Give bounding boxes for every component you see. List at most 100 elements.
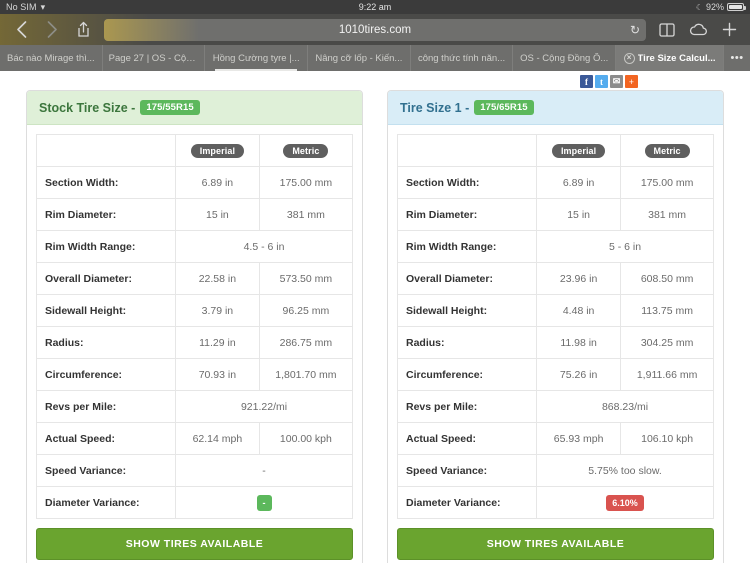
spec-table-header-row: Imperial Metric: [396, 134, 714, 167]
reload-icon[interactable]: ↻: [630, 19, 640, 41]
spec-value-metric: 113.75 mm: [620, 294, 714, 327]
share-button[interactable]: [70, 17, 96, 43]
spec-label: Rim Diameter:: [35, 198, 177, 231]
spec-value-metric: 100.00 kph: [258, 422, 354, 455]
spec-value-metric: 96.25 mm: [258, 294, 354, 327]
url-text: 1010tires.com: [338, 23, 412, 36]
spec-label: Sidewall Height:: [35, 294, 177, 327]
spec-label: Circumference:: [35, 358, 177, 391]
table-row: Rim Width Range: 4.5 - 6 in: [35, 230, 353, 263]
spec-label: Section Width:: [396, 166, 538, 199]
spec-label: Revs per Mile:: [35, 390, 177, 423]
browser-tab-4[interactable]: Nâng cỡ lốp - Kiến...: [308, 45, 411, 71]
table-row: Speed Variance: -: [35, 454, 353, 487]
spec-value-imperial: 11.98 in: [536, 326, 622, 359]
icloud-tabs-button[interactable]: [685, 17, 711, 43]
email-share-icon[interactable]: ✉: [610, 75, 623, 88]
spec-value-metric: 573.50 mm: [258, 262, 354, 295]
browser-tab-6[interactable]: OS - Cộng Đồng Ô...: [513, 45, 617, 71]
tab-label: Bác nào Mirage thì...: [7, 52, 95, 64]
metric-unit-pill: Metric: [283, 143, 329, 158]
social-share-row: f t ✉ +: [0, 71, 750, 90]
spec-label: Rim Diameter:: [396, 198, 538, 231]
table-row: Revs per Mile: 921.22/mi: [35, 390, 353, 423]
tab-label: Nâng cỡ lốp - Kiến...: [315, 52, 403, 64]
table-row: Actual Speed: 65.93 mph 106.10 kph: [396, 422, 714, 455]
panel-title: Tire Size 1 -: [400, 100, 470, 115]
table-row: Diameter Variance: -: [35, 486, 353, 519]
more-share-icon[interactable]: +: [625, 75, 638, 88]
table-row: Rim Diameter: 15 in 381 mm: [35, 198, 354, 231]
spec-value-imperial: 11.29 in: [175, 326, 260, 359]
spec-header-metric: Metric: [620, 134, 714, 167]
tire-panel-stock: Stock Tire Size - 175/55R15 Imperial Metric…: [26, 90, 363, 563]
spec-value-metric: 175.00 mm: [258, 166, 354, 199]
back-button[interactable]: [8, 17, 34, 43]
spec-value-metric: 286.75 mm: [258, 326, 354, 359]
spec-label: Overall Diameter:: [396, 262, 538, 295]
spec-value-combined: 6.10%: [536, 486, 714, 519]
table-row: Section Width: 6.89 in 175.00 mm: [396, 166, 714, 199]
variance-badge: -: [256, 494, 272, 511]
spec-value-imperial: 6.89 in: [536, 166, 622, 199]
spec-value-combined: 921.22/mi: [175, 390, 353, 423]
tab-label: OS - Cộng Đồng Ô...: [520, 52, 609, 64]
tab-close-icon[interactable]: ×: [623, 52, 635, 64]
address-bar[interactable]: 1010tires.com ↻: [104, 18, 646, 41]
browser-tab-bar: Bác nào Mirage thì... Page 27 | OS - Cộn.…: [0, 45, 750, 71]
table-row: Radius: 11.98 in 304.25 mm: [396, 326, 714, 359]
spec-value-combined: 868.23/mi: [536, 390, 714, 423]
twitter-share-icon[interactable]: t: [595, 75, 608, 88]
show-tires-available-button[interactable]: SHOW TIRES AVAILABLE: [397, 528, 714, 560]
facebook-share-icon[interactable]: f: [580, 75, 593, 88]
table-row: Circumference: 70.93 in 1,801.70 mm: [35, 358, 354, 391]
panel-body-stock: Imperial Metric Section Width: 6.89 in 175.0…: [27, 125, 362, 563]
panel-header-stock: Stock Tire Size - 175/55R15: [27, 91, 362, 125]
browser-tab-7[interactable]: × Tire Size Calcul...: [616, 45, 725, 71]
spec-value-imperial: 70.93 in: [175, 358, 260, 391]
show-tires-available-button[interactable]: SHOW TIRES AVAILABLE: [36, 528, 353, 560]
spec-value-imperial: 3.79 in: [175, 294, 260, 327]
spec-value-metric: 1,911.66 mm: [620, 358, 714, 391]
spec-label: Actual Speed:: [35, 422, 177, 455]
spec-value-imperial: 22.58 in: [175, 262, 260, 295]
spec-table-stock: Imperial Metric Section Width: 6.89 in 175.0…: [35, 134, 354, 519]
spec-value-metric: 381 mm: [258, 198, 354, 231]
imperial-unit-pill: Imperial: [190, 143, 245, 158]
panel-body-size1: Imperial Metric Section Width: 6.89 in 175.0…: [388, 125, 723, 563]
table-row: Revs per Mile: 868.23/mi: [396, 390, 714, 423]
table-row: Section Width: 6.89 in 175.00 mm: [35, 166, 354, 199]
table-row: Actual Speed: 62.14 mph 100.00 kph: [35, 422, 354, 455]
spec-value-imperial: 62.14 mph: [175, 422, 260, 455]
spec-label: Speed Variance:: [35, 454, 177, 487]
tire-column-size1: Tire Size 1 - 175/65R15 Imperial Metric Sect…: [387, 90, 724, 563]
table-row: Rim Width Range: 5 - 6 in: [396, 230, 714, 263]
new-tab-button[interactable]: [716, 17, 742, 43]
table-row: Sidewall Height: 4.48 in 113.75 mm: [396, 294, 714, 327]
spec-value-imperial: 75.26 in: [536, 358, 622, 391]
browser-tab-5[interactable]: công thức tính năn...: [411, 45, 514, 71]
tab-view-button[interactable]: [654, 17, 680, 43]
ios-status-bar: No SIM ▾ 9:22 am ☾ 92%: [0, 0, 750, 14]
tire-column-stock: Stock Tire Size - 175/55R15 Imperial Metric…: [26, 90, 363, 563]
tab-overflow-button[interactable]: •••: [724, 45, 750, 71]
browser-tab-1[interactable]: Bác nào Mirage thì...: [0, 45, 103, 71]
clock-label: 9:22 am: [358, 2, 392, 12]
metric-unit-pill: Metric: [644, 143, 690, 158]
panel-title: Stock Tire Size -: [39, 100, 136, 115]
browser-tab-2[interactable]: Page 27 | OS - Cộn...: [103, 45, 206, 71]
battery-icon: [727, 3, 746, 11]
spec-value-metric: 608.50 mm: [620, 262, 714, 295]
battery-percent-label: 92%: [705, 2, 724, 12]
spec-value-combined: 5.75% too slow.: [536, 454, 714, 487]
spec-table-header-row: Imperial Metric: [35, 134, 354, 167]
spec-label: Revs per Mile:: [396, 390, 538, 423]
spec-label: Sidewall Height:: [396, 294, 538, 327]
table-row: Radius: 11.29 in 286.75 mm: [35, 326, 354, 359]
forward-button[interactable]: [39, 17, 65, 43]
spec-label: Overall Diameter:: [35, 262, 177, 295]
spec-label: Diameter Variance:: [35, 486, 177, 519]
spec-value-metric: 106.10 kph: [620, 422, 714, 455]
table-row: Rim Diameter: 15 in 381 mm: [396, 198, 714, 231]
browser-tab-3[interactable]: Hồng Cường tyre |...: [205, 45, 309, 71]
